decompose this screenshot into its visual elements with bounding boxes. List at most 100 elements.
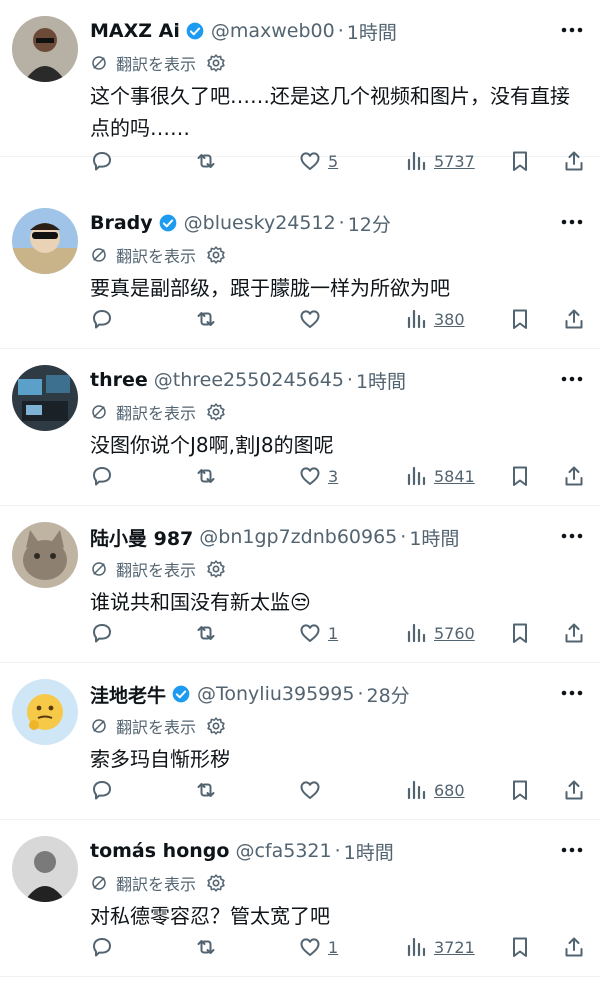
show-translation-link[interactable]: 翻訳を表示	[116, 871, 196, 895]
reply-button[interactable]	[90, 304, 120, 334]
show-translation-link[interactable]: 翻訳を表示	[116, 51, 196, 75]
translate-row: 翻訳を表示	[90, 870, 226, 896]
bookmark-button[interactable]	[508, 304, 532, 334]
like-count: 1	[328, 937, 339, 957]
views-button[interactable]: 5737	[404, 146, 475, 176]
like-button[interactable]: 3	[298, 461, 338, 491]
heart-icon	[300, 938, 320, 956]
views-button[interactable]: 3721	[404, 932, 475, 962]
reply-icon	[93, 624, 111, 643]
author-handle[interactable]: @maxweb00	[211, 20, 335, 42]
views-button[interactable]: 380	[404, 304, 465, 334]
avatar[interactable]	[12, 836, 78, 902]
share-button[interactable]	[562, 146, 586, 176]
tweet[interactable]: Brady @bluesky24512 · 12分 翻訳を表示 要真是副部级，跟…	[0, 192, 600, 349]
bookmark-button[interactable]	[508, 932, 532, 962]
views-button[interactable]: 5841	[404, 461, 475, 491]
views-icon	[407, 151, 426, 171]
retweet-button[interactable]	[194, 618, 224, 648]
like-button[interactable]	[298, 775, 328, 805]
retweet-button[interactable]	[194, 304, 224, 334]
like-button[interactable]	[298, 304, 328, 334]
tweet-text: 没图你说个J8啊,割J8的图呢	[90, 433, 334, 457]
bookmark-icon	[513, 309, 527, 329]
gear-icon[interactable]	[206, 559, 226, 579]
author-name[interactable]: Brady	[90, 212, 153, 234]
share-button[interactable]	[562, 932, 586, 962]
separator-dot: ·	[400, 526, 407, 548]
views-button[interactable]: 680	[404, 775, 465, 805]
author-handle[interactable]: @cfa5321	[235, 840, 331, 862]
reply-button[interactable]	[90, 461, 120, 491]
timestamp[interactable]: 1時間	[409, 524, 459, 551]
tweet[interactable]: 洼地老牛 @Tonyliu395995 · 28分 翻訳を表示 索多玛自惭形秽 …	[0, 663, 600, 820]
action-bar: 3 5841	[90, 461, 586, 491]
translate-row: 翻訳を表示	[90, 713, 226, 739]
retweet-button[interactable]	[194, 146, 224, 176]
author-name[interactable]: 陆小曼 987	[90, 524, 193, 551]
gear-icon[interactable]	[206, 402, 226, 422]
author-name[interactable]: 洼地老牛	[90, 681, 166, 708]
author-name[interactable]: tomás hongo	[90, 840, 229, 862]
gear-icon[interactable]	[206, 53, 226, 73]
author-handle[interactable]: @Tonyliu395995	[197, 683, 354, 705]
like-button[interactable]: 1	[298, 618, 338, 648]
views-count: 5841	[434, 466, 475, 486]
tweet[interactable]: MAXZ Ai @maxweb00 · 1時間 翻訳を表示 这个事很久了吧……还…	[0, 0, 600, 171]
tweet[interactable]: three @three2550245645 · 1時間 翻訳を表示 没图你说个…	[0, 349, 600, 506]
heart-icon	[300, 624, 320, 642]
timestamp[interactable]: 12分	[348, 210, 391, 237]
reply-button[interactable]	[90, 775, 120, 805]
author-handle[interactable]: @three2550245645	[154, 369, 344, 391]
timestamp[interactable]: 1時間	[347, 18, 397, 45]
more-options-button[interactable]	[558, 838, 586, 862]
bookmark-button[interactable]	[508, 461, 532, 491]
avatar[interactable]	[12, 208, 78, 274]
like-button[interactable]: 1	[298, 932, 338, 962]
share-button[interactable]	[562, 461, 586, 491]
retweet-button[interactable]	[194, 461, 224, 491]
like-button[interactable]: 5	[298, 146, 338, 176]
timestamp[interactable]: 1時間	[356, 367, 406, 394]
more-options-button[interactable]	[558, 524, 586, 548]
bookmark-icon	[513, 937, 527, 957]
reply-button[interactable]	[90, 932, 120, 962]
avatar[interactable]	[12, 16, 78, 82]
more-options-button[interactable]	[558, 367, 586, 391]
author-name[interactable]: MAXZ Ai	[90, 20, 180, 42]
bookmark-button[interactable]	[508, 618, 532, 648]
show-translation-link[interactable]: 翻訳を表示	[116, 714, 196, 738]
retweet-icon	[197, 312, 215, 326]
more-options-button[interactable]	[558, 681, 586, 705]
timestamp[interactable]: 28分	[366, 681, 409, 708]
bookmark-button[interactable]	[508, 775, 532, 805]
avatar[interactable]	[12, 679, 78, 745]
tweet[interactable]: tomás hongo @cfa5321 · 1時間 翻訳を表示 对私德零容忍？…	[0, 820, 600, 977]
avatar[interactable]	[12, 365, 78, 431]
show-translation-link[interactable]: 翻訳を表示	[116, 557, 196, 581]
avatar[interactable]	[12, 522, 78, 588]
gear-icon[interactable]	[206, 245, 226, 265]
author-handle[interactable]: @bn1gp7zdnb60965	[199, 526, 397, 548]
more-options-button[interactable]	[558, 210, 586, 234]
share-button[interactable]	[562, 304, 586, 334]
show-translation-link[interactable]: 翻訳を表示	[116, 243, 196, 267]
share-button[interactable]	[562, 618, 586, 648]
tweet[interactable]: 陆小曼 987 @bn1gp7zdnb60965 · 1時間 翻訳を表示 谁说共…	[0, 506, 600, 663]
more-options-button[interactable]	[558, 18, 586, 42]
share-button[interactable]	[562, 775, 586, 805]
show-translation-link[interactable]: 翻訳を表示	[116, 400, 196, 424]
bookmark-button[interactable]	[508, 146, 532, 176]
reply-button[interactable]	[90, 618, 120, 648]
action-bar: 5 5737	[90, 146, 586, 176]
gear-icon[interactable]	[206, 716, 226, 736]
author-name[interactable]: three	[90, 369, 148, 391]
author-handle[interactable]: @bluesky24512	[184, 212, 336, 234]
views-button[interactable]: 5760	[404, 618, 475, 648]
retweet-button[interactable]	[194, 932, 224, 962]
gear-icon[interactable]	[206, 873, 226, 893]
timestamp[interactable]: 1時間	[344, 838, 394, 865]
retweet-button[interactable]	[194, 775, 224, 805]
reply-button[interactable]	[90, 146, 120, 176]
heart-icon	[300, 152, 320, 170]
